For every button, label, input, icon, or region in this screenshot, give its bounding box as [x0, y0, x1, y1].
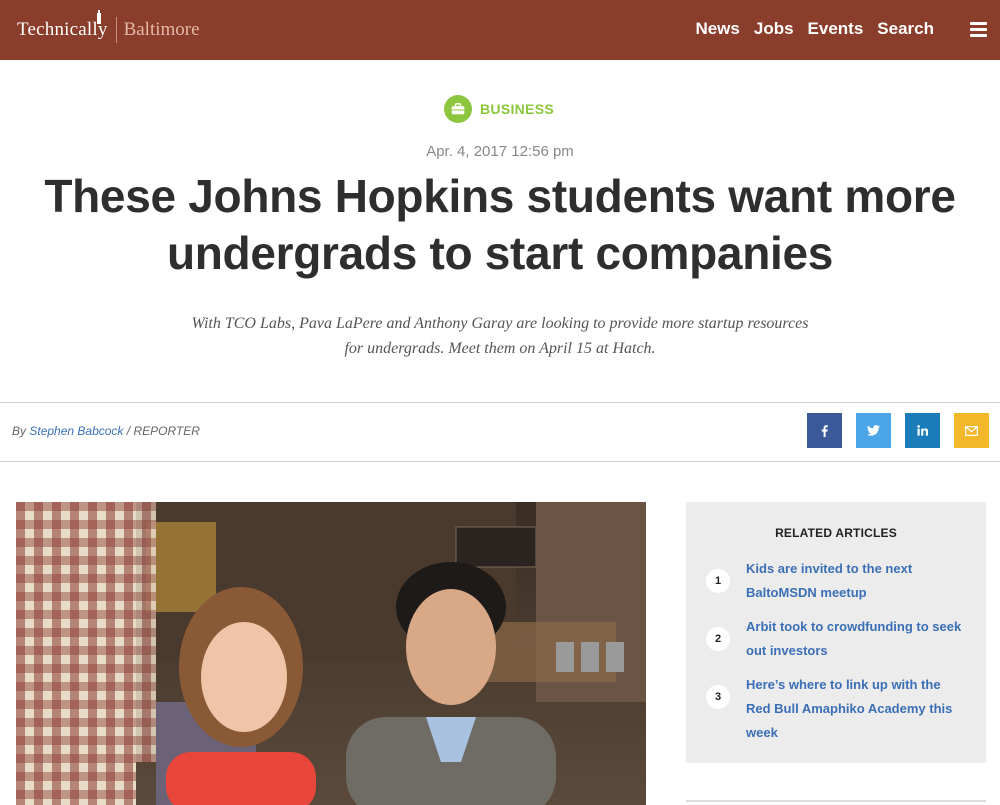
site-logo[interactable]: Technically Baltimore: [17, 10, 200, 48]
article-headline: These Johns Hopkins students want more u…: [20, 168, 980, 282]
byline-bar: By Stephen Babcock / REPORTER: [0, 402, 1000, 462]
email-icon: [965, 425, 978, 436]
share-linkedin-button[interactable]: [905, 413, 940, 448]
logo-brand: Technically: [17, 19, 108, 40]
facebook-icon: [821, 424, 828, 437]
related-link-line: Arbit took to crowdfunding to seek: [746, 619, 962, 634]
related-link-line: out investors: [746, 643, 828, 658]
related-link[interactable]: Here’s where to link up with the Red Bul…: [746, 673, 968, 745]
headline-line-1: These Johns Hopkins students want more: [44, 170, 956, 222]
publish-date: Apr. 4, 2017 12:56 pm: [426, 143, 574, 160]
briefcase-icon: [444, 95, 472, 123]
related-title: RELATED ARTICLES: [775, 526, 897, 540]
share-email-button[interactable]: [954, 413, 989, 448]
logo-city: Baltimore: [123, 19, 200, 40]
related-link-line: BaltoMSDN meetup: [746, 585, 867, 600]
nav-search[interactable]: Search: [877, 19, 934, 39]
category-label: BUSINESS: [480, 101, 554, 117]
sidebar-divider: [686, 800, 986, 805]
hamburger-icon[interactable]: [970, 22, 987, 37]
headline-line-2: undergrads to start companies: [166, 227, 834, 279]
category-tag[interactable]: BUSINESS: [444, 95, 554, 123]
tower-icon: [97, 10, 101, 24]
article-dek: With TCO Labs, Pava LaPere and Anthony G…: [160, 311, 840, 361]
author-link[interactable]: Stephen Babcock: [29, 424, 123, 438]
related-link-line: Red Bull Amaphiko Academy this: [746, 701, 953, 716]
twitter-icon: [867, 425, 880, 436]
related-link[interactable]: Kids are invited to the next BaltoMSDN m…: [746, 557, 968, 605]
logo-divider: [115, 17, 117, 43]
dek-line-1: With TCO Labs, Pava LaPere and Anthony G…: [191, 315, 809, 332]
related-link-line: Here’s where to link up with the: [746, 677, 941, 692]
related-link[interactable]: Arbit took to crowdfunding to seek out i…: [746, 615, 968, 663]
main-nav: News Jobs Events Search: [695, 19, 934, 39]
byline: By Stephen Babcock / REPORTER: [12, 424, 200, 438]
related-link-line: week: [746, 725, 778, 740]
nav-news[interactable]: News: [695, 19, 739, 39]
nav-jobs[interactable]: Jobs: [754, 19, 794, 39]
related-articles: RELATED ARTICLES 1 Kids are invited to t…: [686, 502, 986, 763]
related-number: 3: [706, 685, 730, 709]
photo-illustration: [16, 502, 646, 805]
nav-events[interactable]: Events: [808, 19, 864, 39]
related-number: 1: [706, 569, 730, 593]
share-facebook-button[interactable]: [807, 413, 842, 448]
author-role: / REPORTER: [126, 424, 200, 438]
byline-prefix: By: [12, 424, 27, 438]
share-twitter-button[interactable]: [856, 413, 891, 448]
related-number: 2: [706, 627, 730, 651]
dek-line-2: for undergrads. Meet them on April 15 at…: [344, 340, 656, 357]
related-link-line: Kids are invited to the next: [746, 561, 913, 576]
linkedin-icon: [917, 425, 928, 436]
article-photo: [16, 502, 646, 805]
site-header: Technically Baltimore News Jobs Events S…: [0, 0, 1000, 60]
